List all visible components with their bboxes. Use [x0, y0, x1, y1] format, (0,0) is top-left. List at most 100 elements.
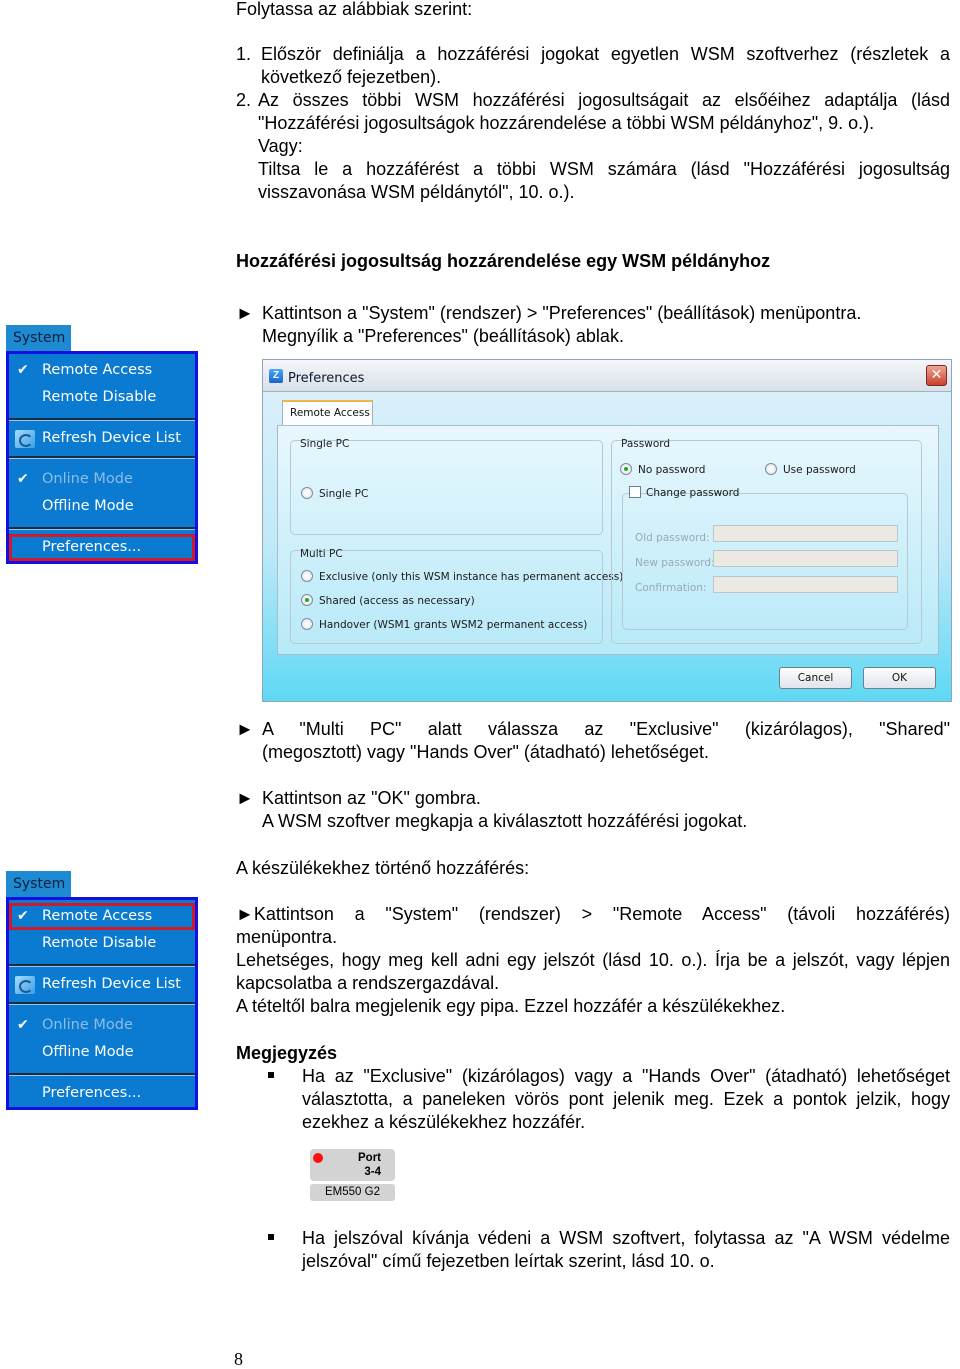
instruction-remote-access: ►Kattintson a "System" (rendszer) > "Rem… — [236, 903, 950, 1018]
confirmation-label: Confirmation: — [635, 582, 707, 594]
note-item-1: Ha az "Exclusive" (kizárólagos) vagy a "… — [302, 1066, 950, 1132]
menu-item-label: Online Mode — [42, 471, 133, 487]
menu-item-preferences[interactable]: Preferences... — [9, 1080, 195, 1107]
old-password-label: Old password: — [635, 532, 710, 544]
note-heading: Megjegyzés — [236, 1043, 338, 1063]
bullet-icon — [268, 1072, 274, 1078]
menu-item-offline-mode[interactable]: Offline Mode — [9, 1039, 195, 1066]
device-access-heading: A készülékekhez történő hozzáférés: — [236, 858, 530, 878]
radio-handover[interactable]: Handover (WSM1 grants WSM2 permanent acc… — [301, 618, 587, 632]
menu-separator — [9, 964, 195, 967]
instruction-text-cont: menüpontra. — [236, 927, 338, 947]
system-menu-tab[interactable]: System — [6, 871, 71, 897]
instruction-text-a: Kattintson a "System" (rendszer) > "Remo… — [253, 904, 950, 924]
step-2-or: Vagy: — [258, 136, 303, 156]
check-icon: ✔ — [17, 362, 29, 378]
ok-button[interactable]: OK — [863, 667, 936, 689]
radio-icon — [301, 487, 313, 499]
radio-no-password[interactable]: No password — [620, 463, 705, 477]
bullet-icon — [268, 1234, 274, 1240]
check-icon: ✔ — [17, 908, 29, 924]
menu-separator — [9, 527, 195, 530]
tab-panel: Single PC Single PC Multi PC Exclusive (… — [277, 425, 939, 655]
instruction-text: ►Kattintson a "System" (rendszer) > "Rem… — [236, 903, 950, 926]
step-2: 2. Az összes többi WSM hozzáférési jogos… — [236, 89, 950, 204]
instruction-open-preferences: ► Kattintson a "System" (rendszer) > "Pr… — [236, 302, 950, 348]
step-2-number: 2. — [236, 90, 252, 110]
arrow-icon: ► — [236, 303, 254, 323]
group-legend: Single PC — [300, 438, 350, 450]
radio-use-password[interactable]: Use password — [765, 463, 856, 477]
radio-single-pc[interactable]: Single PC — [301, 487, 368, 501]
menu-item-remote-access-highlighted[interactable]: ✔ Remote Access — [9, 903, 195, 930]
menu-item-preferences-highlighted[interactable]: Preferences... — [9, 534, 195, 561]
menu-item-label: Remote Access — [42, 362, 153, 378]
menu-item-label: Refresh Device List — [42, 976, 181, 992]
tab-remote-access[interactable]: Remote Access — [282, 400, 373, 426]
dialog-titlebar: Z Preferences ✕ — [263, 360, 951, 392]
cancel-button[interactable]: Cancel — [779, 667, 852, 689]
option-label: Single PC — [319, 488, 369, 500]
menu-item-remote-disable[interactable]: Remote Disable — [9, 384, 195, 411]
menu-item-refresh-device-list[interactable]: Refresh Device List — [9, 971, 195, 998]
step-2-alt: Tiltsa le a hozzáférést a többi WSM szám… — [258, 159, 950, 202]
confirmation-input[interactable] — [713, 576, 898, 593]
port-model: EM550 G2 — [310, 1184, 395, 1201]
new-password-input[interactable] — [713, 550, 898, 567]
close-button[interactable]: ✕ — [926, 365, 947, 386]
instruction-select-mode: ► A "Multi PC" alatt válassza az "Exclus… — [236, 718, 950, 764]
radio-icon-selected — [301, 594, 313, 606]
preferences-dialog: Z Preferences ✕ Remote Access Single PC … — [262, 359, 952, 702]
step-2-text: Az összes többi WSM hozzáférési jogosult… — [258, 90, 950, 133]
option-label: Change password — [646, 487, 740, 499]
arrow-icon: ► — [236, 719, 254, 739]
instruction-text: Kattintson az "OK" gombra. — [262, 788, 481, 808]
menu-item-online-mode[interactable]: ✔ Online Mode — [9, 466, 195, 493]
option-label: Shared (access as necessary) — [319, 595, 475, 607]
radio-shared[interactable]: Shared (access as necessary) — [301, 594, 475, 608]
app-icon: Z — [269, 369, 283, 383]
radio-icon-selected — [620, 463, 632, 475]
radio-icon — [301, 618, 313, 630]
check-icon: ✔ — [17, 471, 29, 487]
refresh-icon — [15, 430, 35, 448]
port-panel: Port 3-4 — [310, 1149, 395, 1181]
option-label: No password — [638, 464, 706, 476]
page-number: 8 — [234, 1349, 243, 1369]
menu-item-refresh-device-list[interactable]: Refresh Device List — [9, 425, 195, 452]
checkbox-change-password[interactable]: Change password — [629, 486, 739, 500]
menu-separator — [9, 418, 195, 421]
single-pc-group: Single PC Single PC — [290, 438, 603, 535]
menu-item-label: Remote Disable — [42, 389, 157, 405]
menu-item-remote-access[interactable]: ✔ Remote Access — [9, 357, 195, 384]
menu-item-label: Preferences... — [42, 1085, 142, 1101]
note-item-2: Ha jelszóval kívánja védeni a WSM szoftv… — [302, 1228, 950, 1271]
port-widget: Port 3-4 EM550 G2 — [310, 1149, 395, 1201]
menu-item-label: Offline Mode — [42, 498, 134, 514]
option-label: Handover (WSM1 grants WSM2 permanent acc… — [319, 619, 588, 631]
red-dot-indicator — [313, 1153, 323, 1163]
multi-pc-group: Multi PC Exclusive (only this WSM instan… — [290, 548, 623, 644]
menu-item-label: Offline Mode — [42, 1044, 134, 1060]
instruction-paragraph-2: Lehetséges, hogy meg kell adni egy jelsz… — [236, 950, 950, 993]
arrow-icon: ► — [236, 904, 254, 924]
option-label: Exclusive (only this WSM instance has pe… — [319, 571, 624, 583]
menu-item-online-mode[interactable]: ✔ Online Mode — [9, 1012, 195, 1039]
menu-item-label: Remote Access — [42, 908, 153, 924]
change-password-group: Change password Old password: New passwo… — [622, 486, 908, 630]
instruction-click-ok: ► Kattintson az "OK" gombra. A WSM szoft… — [236, 787, 950, 833]
group-legend: Password — [621, 438, 671, 450]
menu-item-remote-disable[interactable]: Remote Disable — [9, 930, 195, 957]
option-label: Use password — [783, 464, 856, 476]
check-icon: ✔ — [17, 1017, 29, 1033]
instruction-text-cont: (megosztott) vagy "Hands Over" (átadható… — [262, 742, 710, 762]
instruction-subtext: A WSM szoftver megkapja a kiválasztott h… — [262, 811, 748, 831]
system-menu-tab[interactable]: System — [6, 325, 71, 351]
step-1: 1. Először definiálja a hozzáférési jogo… — [236, 43, 950, 89]
step-1-number: 1. — [236, 44, 252, 64]
radio-icon — [765, 463, 777, 475]
radio-exclusive[interactable]: Exclusive (only this WSM instance has pe… — [301, 570, 623, 584]
old-password-input[interactable] — [713, 525, 898, 542]
menu-item-offline-mode[interactable]: Offline Mode — [9, 493, 195, 520]
step-1-text: Először definiálja a hozzáférési jogokat… — [261, 44, 950, 87]
